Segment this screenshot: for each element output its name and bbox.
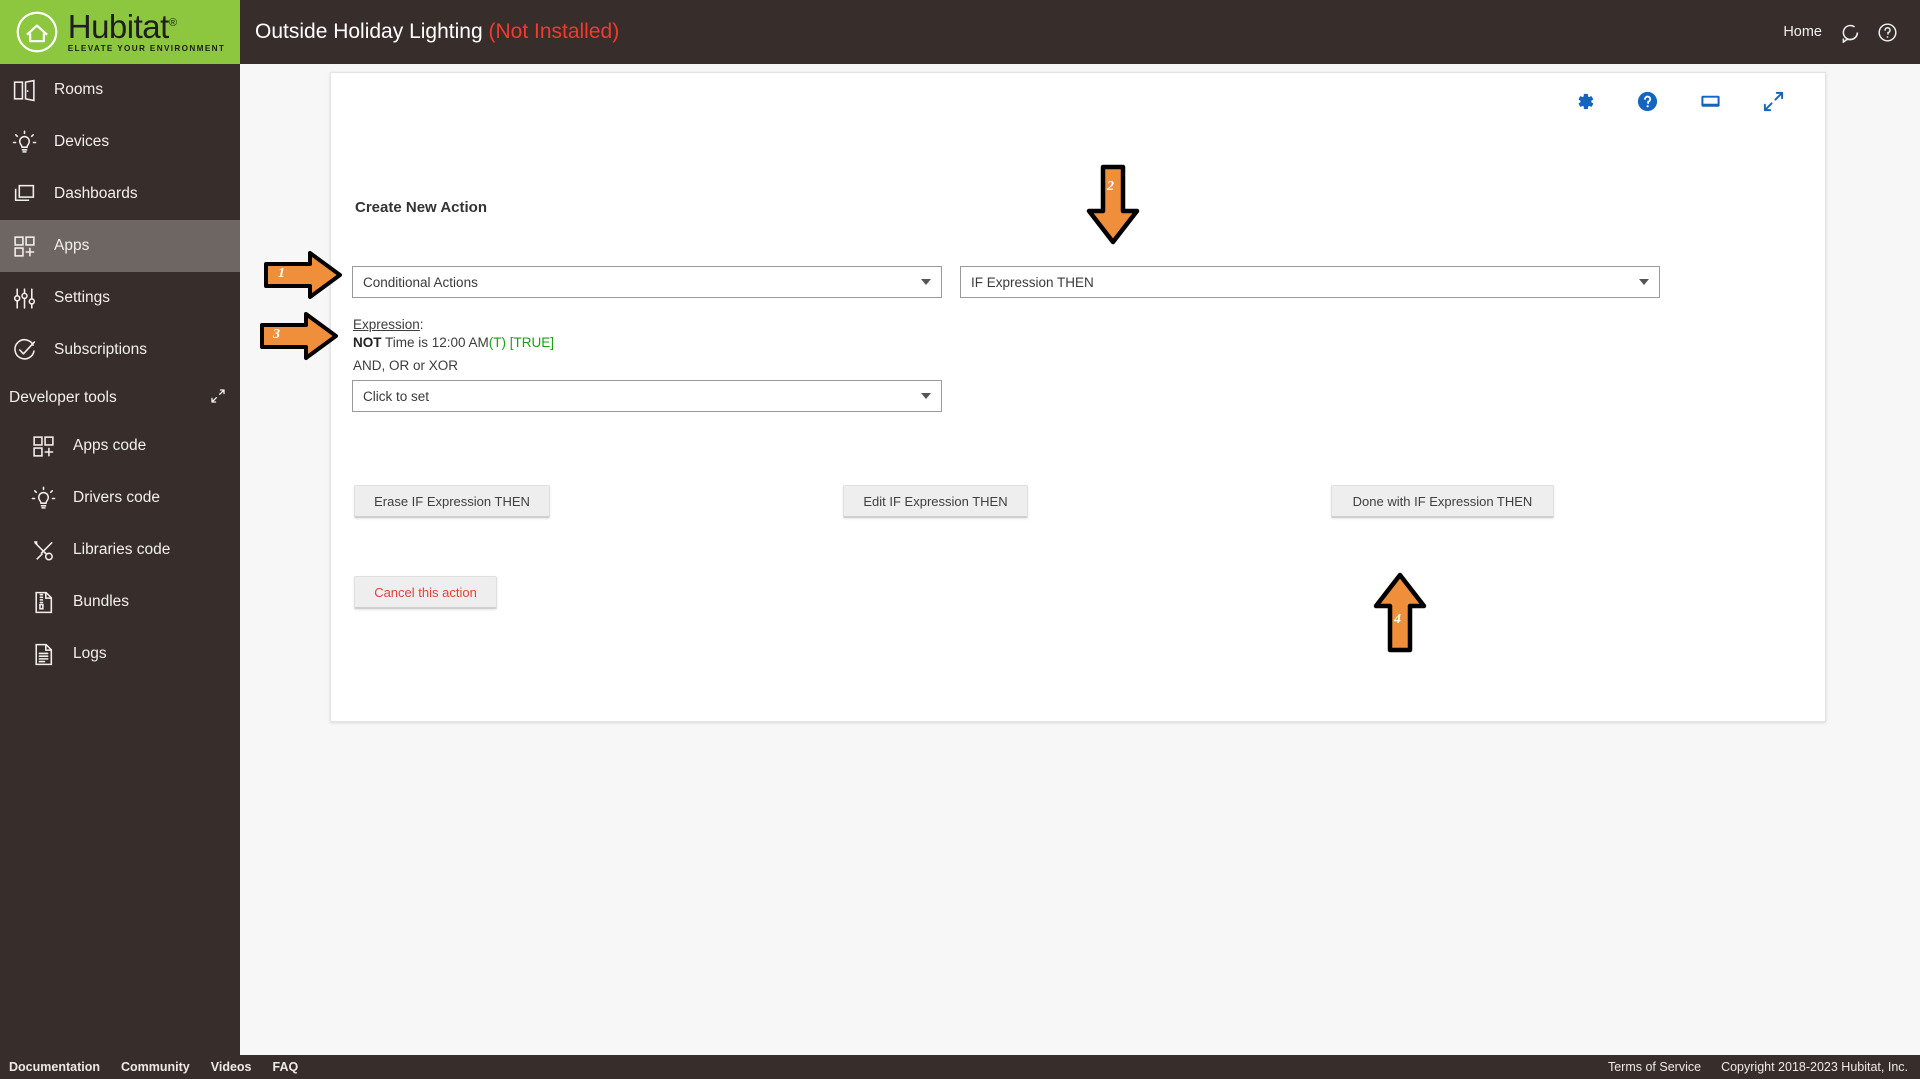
if-expression-select[interactable]: IF Expression THEN <box>960 266 1660 298</box>
logs-icon <box>28 639 58 669</box>
done-with-if-expression-button[interactable]: Done with IF Expression THEN <box>1331 485 1554 518</box>
terms-of-service-link[interactable]: Terms of Service <box>1608 1060 1701 1074</box>
sidebar-item-settings[interactable]: Settings <box>0 272 240 324</box>
logo-wordmark: Hubitat® <box>67 8 177 46</box>
expression-label: Expression: <box>353 317 424 332</box>
action-type-value: Conditional Actions <box>363 274 478 290</box>
app-name-text: Outside Holiday Lighting <box>255 20 483 43</box>
footer-link-documentation[interactable]: Documentation <box>9 1060 100 1074</box>
sidebar-item-label: Drivers code <box>73 489 160 506</box>
sidebar-item-label: Rooms <box>54 81 104 98</box>
sidebar-item-label: Devices <box>54 133 110 150</box>
rooms-icon <box>9 75 39 105</box>
display-icon[interactable] <box>1699 90 1722 113</box>
footer-link-faq[interactable]: FAQ <box>273 1060 299 1074</box>
cancel-this-action-button[interactable]: Cancel this action <box>354 576 497 609</box>
footer-legal: Terms of Service Copyright 2018-2023 Hub… <box>1608 1060 1920 1074</box>
dashboards-icon <box>9 179 39 209</box>
logic-operator-value: Click to set <box>363 388 430 404</box>
logo-tagline: ELEVATE YOUR ENVIRONMENT <box>67 44 226 54</box>
expression-text: Time is 12:00 AM <box>381 335 489 350</box>
sidebar-item-label: Settings <box>54 289 111 306</box>
bundles-icon <box>28 587 58 617</box>
annotation-number: 1 <box>278 266 285 281</box>
action-type-select[interactable]: Conditional Actions <box>352 266 942 298</box>
annotation-arrow-4: 4 <box>1372 572 1428 654</box>
sidebar-item-label: Apps <box>54 237 90 254</box>
sidebar-item-apps-code[interactable]: Apps code <box>0 420 240 472</box>
apps-icon <box>9 231 39 261</box>
chevron-down-icon <box>1639 279 1649 285</box>
hubitat-house-icon <box>16 11 58 53</box>
sidebar-item-label: Logs <box>73 645 107 662</box>
devices-icon <box>9 127 39 157</box>
hubitat-logo[interactable]: Hubitat® ELEVATE YOUR ENVIRONMENT <box>0 0 240 64</box>
sidebar-item-label: Libraries code <box>73 541 171 558</box>
sidebar-item-logs[interactable]: Logs <box>0 628 240 680</box>
sidebar-item-label: Apps code <box>73 437 147 454</box>
if-expression-value: IF Expression THEN <box>971 274 1094 290</box>
sidebar-item-label: Subscriptions <box>54 341 148 358</box>
annotation-number: 3 <box>273 327 280 342</box>
page-title: Outside Holiday Lighting (Not Installed) <box>255 20 619 44</box>
status-badge: (Not Installed) <box>488 20 620 43</box>
subscriptions-icon <box>9 335 39 365</box>
sidebar: Rooms Devices Dashboards Apps Settings S… <box>0 64 240 1055</box>
main-content: Create New Action Conditional Actions IF… <box>240 64 1920 1055</box>
drivers-code-icon <box>28 483 58 513</box>
sidebar-item-subscriptions[interactable]: Subscriptions <box>0 324 240 376</box>
sidebar-item-drivers-code[interactable]: Drivers code <box>0 472 240 524</box>
sidebar-item-libraries-code[interactable]: Libraries code <box>0 524 240 576</box>
edit-if-expression-button[interactable]: Edit IF Expression THEN <box>843 485 1028 518</box>
settings-icon <box>9 283 39 313</box>
footer-link-videos[interactable]: Videos <box>211 1060 252 1074</box>
help-circle-icon[interactable] <box>1877 22 1898 43</box>
footer-link-community[interactable]: Community <box>121 1060 190 1074</box>
annotation-arrow-3: 3 <box>258 310 340 362</box>
footer: Documentation Community Videos FAQ Terms… <box>0 1055 1920 1079</box>
sidebar-item-bundles[interactable]: Bundles <box>0 576 240 628</box>
sidebar-item-apps[interactable]: Apps <box>0 220 240 272</box>
sidebar-item-label: Bundles <box>73 593 130 610</box>
sidebar-section-developer-tools[interactable]: Developer tools <box>0 376 240 420</box>
chevron-down-icon <box>921 279 931 285</box>
sidebar-item-label: Dashboards <box>54 185 138 202</box>
home-link[interactable]: Home <box>1783 24 1822 40</box>
expression-truth: [TRUE] <box>506 335 555 350</box>
libraries-code-icon <box>28 535 58 565</box>
gear-icon[interactable] <box>1573 90 1596 113</box>
sidebar-item-rooms[interactable]: Rooms <box>0 64 240 116</box>
annotation-arrow-1: 1 <box>262 249 344 301</box>
erase-if-expression-button[interactable]: Erase IF Expression THEN <box>354 485 550 518</box>
action-card: Create New Action Conditional Actions IF… <box>330 72 1826 722</box>
expression-value: NOT Time is 12:00 AM(T) [TRUE] <box>353 335 554 350</box>
top-bar: Hubitat® ELEVATE YOUR ENVIRONMENT Outsid… <box>0 0 1920 64</box>
sidebar-item-devices[interactable]: Devices <box>0 116 240 168</box>
annotation-number: 2 <box>1107 179 1114 194</box>
collapse-icon[interactable] <box>210 388 226 409</box>
expression-t-flag: (T) <box>488 335 507 350</box>
logic-operator-select[interactable]: Click to set <box>352 380 942 412</box>
help-circle-icon[interactable] <box>1636 90 1659 113</box>
annotation-number: 4 <box>1394 612 1401 627</box>
logic-operator-label: AND, OR or XOR <box>353 358 459 373</box>
sidebar-section-label: Developer tools <box>9 389 117 406</box>
annotation-arrow-2: 2 <box>1085 163 1141 247</box>
copyright-text: Copyright 2018-2023 Hubitat, Inc. <box>1721 1060 1908 1074</box>
create-new-action-label: Create New Action <box>355 199 487 216</box>
expand-icon[interactable] <box>1762 90 1785 113</box>
footer-links: Documentation Community Videos FAQ <box>0 1060 298 1074</box>
chat-bubble-icon[interactable] <box>1839 22 1860 43</box>
sidebar-item-dashboards[interactable]: Dashboards <box>0 168 240 220</box>
top-bar-actions: Home <box>1783 22 1920 43</box>
expression-not: NOT <box>353 335 382 350</box>
card-toolbar <box>1573 90 1785 113</box>
apps-code-icon <box>28 431 58 461</box>
chevron-down-icon <box>921 393 931 399</box>
